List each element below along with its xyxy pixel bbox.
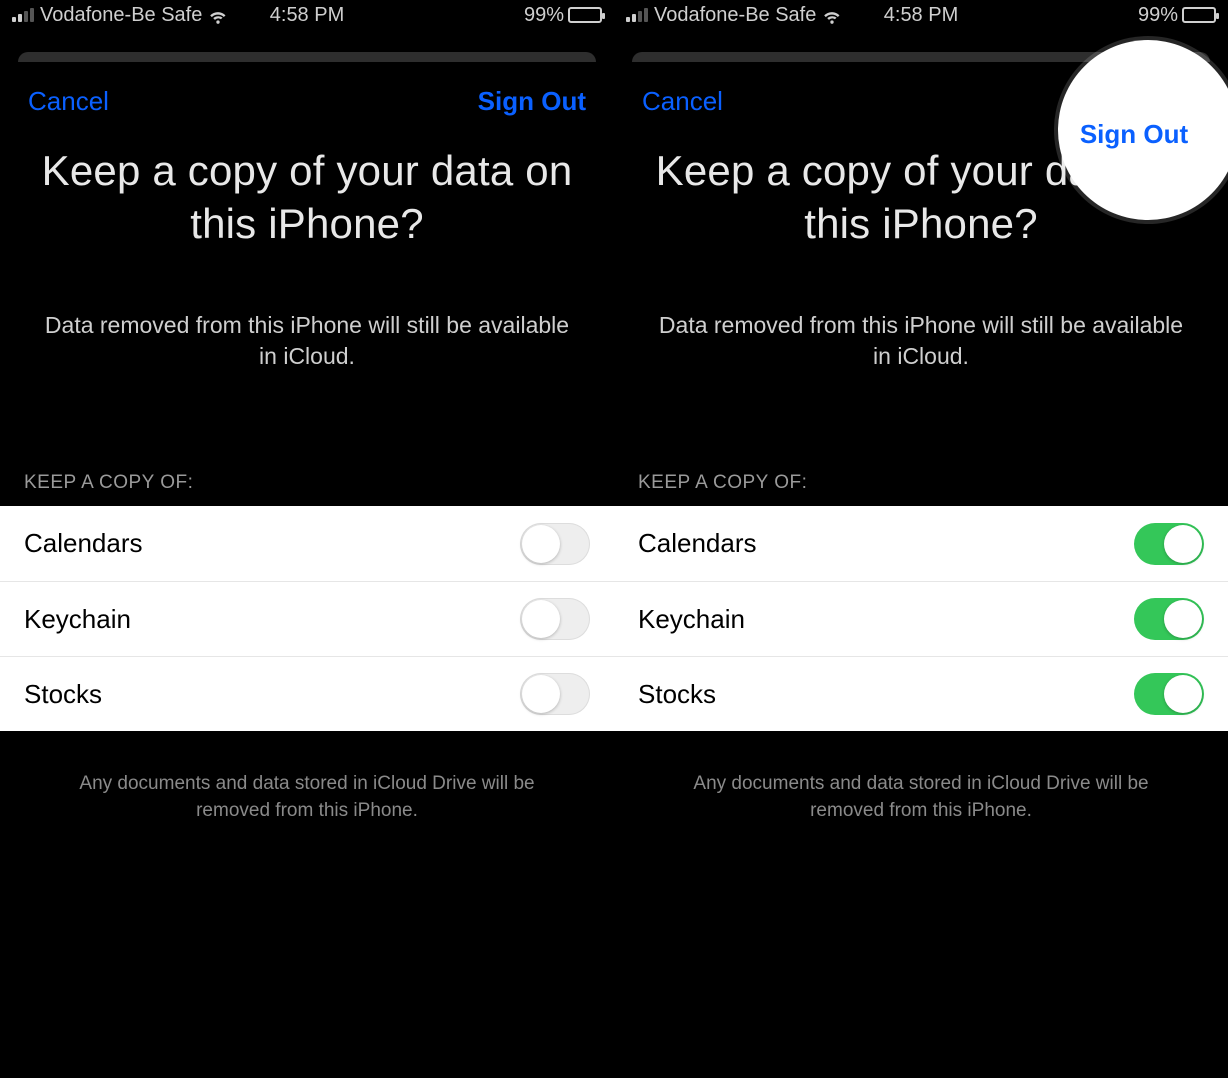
cancel-button[interactable]: Cancel bbox=[28, 86, 109, 117]
list-item-label: Stocks bbox=[24, 679, 102, 710]
toggle-stocks[interactable] bbox=[520, 673, 590, 715]
status-bar: Vodafone-Be Safe 4:58 PM 99% bbox=[614, 0, 1228, 30]
list-item-keychain: Keychain bbox=[614, 581, 1228, 656]
keep-copy-list: Calendars Keychain Stocks bbox=[0, 506, 614, 731]
list-item-calendars: Calendars bbox=[614, 506, 1228, 581]
list-item-stocks: Stocks bbox=[614, 656, 1228, 731]
list-item-label: Calendars bbox=[24, 528, 143, 559]
list-item-label: Keychain bbox=[638, 604, 745, 635]
toggle-keychain[interactable] bbox=[1134, 598, 1204, 640]
prompt-subtext: Data removed from this iPhone will still… bbox=[0, 250, 614, 372]
list-item-label: Calendars bbox=[638, 528, 757, 559]
prompt-heading: Keep a copy of your data on this iPhone? bbox=[0, 127, 614, 250]
list-item-label: Keychain bbox=[24, 604, 131, 635]
sheet-top bbox=[0, 30, 614, 62]
phone-screenshot-right: Vodafone-Be Safe 4:58 PM 99% Cancel Sign… bbox=[614, 0, 1228, 1078]
section-header-keep-copy: KEEP A COPY OF: bbox=[614, 372, 1228, 506]
wifi-icon bbox=[822, 5, 842, 25]
footer-note: Any documents and data stored in iCloud … bbox=[0, 731, 614, 824]
footer-note: Any documents and data stored in iCloud … bbox=[614, 731, 1228, 824]
prompt-subtext: Data removed from this iPhone will still… bbox=[614, 250, 1228, 372]
toggle-keychain[interactable] bbox=[520, 598, 590, 640]
status-right: 99% bbox=[1138, 4, 1216, 27]
list-item-calendars: Calendars bbox=[0, 506, 614, 581]
sheet-grabber bbox=[18, 52, 596, 62]
signal-icon bbox=[626, 8, 648, 22]
toggle-calendars[interactable] bbox=[1134, 523, 1204, 565]
toggle-calendars[interactable] bbox=[520, 523, 590, 565]
status-left: Vodafone-Be Safe bbox=[626, 4, 842, 27]
list-item-stocks: Stocks bbox=[0, 656, 614, 731]
dimmed-region-bottom: Any documents and data stored in iCloud … bbox=[0, 731, 614, 1031]
highlight-sign-out: Sign Out bbox=[1058, 40, 1228, 220]
status-right: 99% bbox=[524, 4, 602, 27]
list-item-keychain: Keychain bbox=[0, 581, 614, 656]
clock-label: 4:58 PM bbox=[270, 4, 344, 27]
section-header-keep-copy: KEEP A COPY OF: bbox=[0, 372, 614, 506]
sign-out-button[interactable]: Sign Out bbox=[478, 86, 586, 117]
status-left: Vodafone-Be Safe bbox=[12, 4, 228, 27]
carrier-label: Vodafone-Be Safe bbox=[40, 4, 202, 27]
status-bar: Vodafone-Be Safe 4:58 PM 99% bbox=[0, 0, 614, 30]
dimmed-region-top: Vodafone-Be Safe 4:58 PM 99% Cancel Sign… bbox=[0, 0, 614, 506]
toggle-stocks[interactable] bbox=[1134, 673, 1204, 715]
battery-icon bbox=[568, 7, 602, 23]
keep-copy-list: Calendars Keychain Stocks bbox=[614, 506, 1228, 731]
signal-icon bbox=[12, 8, 34, 22]
battery-percent-label: 99% bbox=[1138, 4, 1178, 27]
list-item-label: Stocks bbox=[638, 679, 716, 710]
nav-row: Cancel Sign Out bbox=[0, 62, 614, 127]
cancel-button[interactable]: Cancel bbox=[642, 86, 723, 117]
phone-screenshot-left: Vodafone-Be Safe 4:58 PM 99% Cancel Sign… bbox=[0, 0, 614, 1078]
dimmed-region-bottom: Any documents and data stored in iCloud … bbox=[614, 731, 1228, 1031]
carrier-label: Vodafone-Be Safe bbox=[654, 4, 816, 27]
clock-label: 4:58 PM bbox=[884, 4, 958, 27]
battery-percent-label: 99% bbox=[524, 4, 564, 27]
battery-icon bbox=[1182, 7, 1216, 23]
highlight-label[interactable]: Sign Out bbox=[1080, 119, 1188, 150]
wifi-icon bbox=[208, 5, 228, 25]
